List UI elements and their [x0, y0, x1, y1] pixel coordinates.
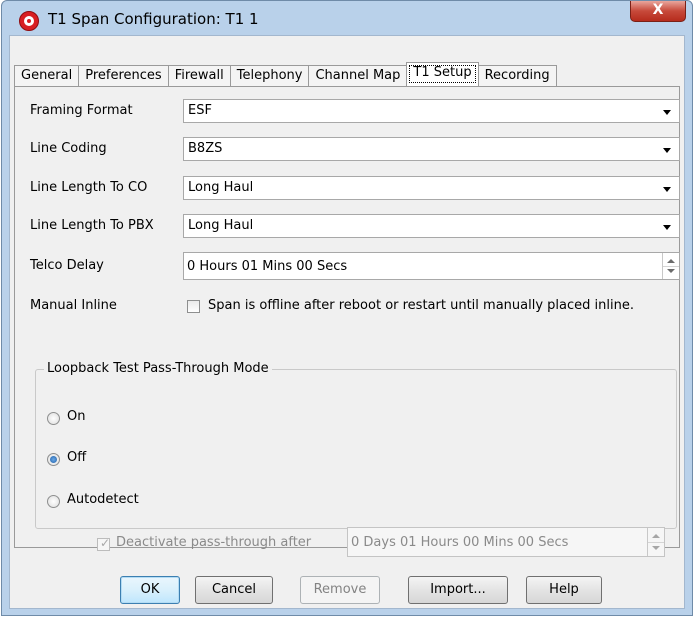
framing-format-select[interactable]: ESF	[183, 99, 680, 123]
tab-recording[interactable]: Recording	[477, 65, 557, 86]
tab-preferences[interactable]: Preferences	[78, 65, 169, 86]
line-length-pbx-value: Long Haul	[188, 218, 254, 233]
telco-delay-value: 0 Hours 01 Mins 00 Secs	[187, 259, 348, 274]
loopback-group-title: Loopback Test Pass-Through Mode	[44, 361, 272, 376]
spin-divider	[648, 542, 664, 543]
import-button[interactable]: Import...	[408, 576, 508, 604]
telco-delay-spin-buttons[interactable]	[662, 253, 679, 279]
tab-channel-map[interactable]: Channel Map	[308, 65, 408, 86]
spin-up-icon[interactable]	[652, 534, 660, 538]
radio-on[interactable]	[47, 412, 60, 425]
t1-setup-panel: Framing Format ESF Line Coding B8ZS Line…	[14, 86, 680, 557]
dialog-window: T1 Span Configuration: T1 1 X General Pr…	[1, 0, 693, 616]
cancel-button[interactable]: Cancel	[195, 576, 273, 604]
ok-button[interactable]: OK	[120, 576, 180, 604]
spin-down-icon[interactable]	[652, 546, 660, 550]
line-coding-select[interactable]: B8ZS	[183, 137, 680, 161]
remove-button[interactable]: Remove	[300, 576, 380, 604]
radio-off-label[interactable]: Off	[67, 450, 86, 465]
tab-firewall[interactable]: Firewall	[167, 65, 231, 86]
telco-delay-label: Telco Delay	[30, 258, 104, 273]
chevron-down-icon	[663, 110, 671, 115]
radio-on-label[interactable]: On	[67, 409, 85, 424]
line-length-pbx-label: Line Length To PBX	[30, 218, 154, 233]
radio-autodetect[interactable]	[47, 495, 60, 508]
radio-off[interactable]	[47, 453, 60, 466]
chevron-down-icon	[663, 148, 671, 153]
manual-inline-checkbox[interactable]	[187, 300, 200, 313]
window-title: T1 Span Configuration: T1 1	[48, 10, 259, 28]
tab-strip: General Preferences Firewall Telephony C…	[14, 62, 557, 87]
line-length-pbx-select[interactable]: Long Haul	[183, 214, 680, 238]
checkmark-icon: ✓	[100, 536, 111, 550]
app-logo-icon	[19, 11, 39, 31]
deactivate-spin-buttons[interactable]	[647, 528, 664, 556]
tab-t1-setup[interactable]: T1 Setup	[406, 62, 479, 86]
line-coding-label: Line Coding	[30, 141, 107, 156]
help-button[interactable]: Help	[526, 576, 602, 604]
close-button[interactable]: X	[630, 1, 686, 22]
line-length-co-value: Long Haul	[188, 180, 254, 195]
radio-autodetect-label[interactable]: Autodetect	[67, 492, 139, 507]
spin-divider	[663, 266, 679, 267]
framing-format-label: Framing Format	[30, 103, 133, 118]
dialog-client-area: General Preferences Firewall Telephony C…	[9, 35, 685, 609]
title-bar[interactable]: T1 Span Configuration: T1 1 X	[2, 1, 692, 35]
line-length-co-select[interactable]: Long Haul	[183, 176, 680, 200]
manual-inline-checkbox-label[interactable]: Span is offline after reboot or restart …	[208, 298, 634, 313]
deactivate-label: Deactivate pass-through after	[116, 535, 312, 550]
deactivate-checkbox[interactable]: ✓	[97, 536, 111, 551]
chevron-down-icon	[663, 225, 671, 230]
framing-format-value: ESF	[188, 103, 212, 118]
telco-delay-spinner[interactable]: 0 Hours 01 Mins 00 Secs	[183, 252, 680, 280]
chevron-down-icon	[663, 187, 671, 192]
spin-down-icon[interactable]	[667, 269, 675, 273]
manual-inline-label: Manual Inline	[30, 298, 117, 313]
deactivate-duration-value: 0 Days 01 Hours 00 Mins 00 Secs	[351, 535, 569, 550]
line-coding-value: B8ZS	[188, 141, 223, 156]
tab-telephony[interactable]: Telephony	[229, 65, 310, 86]
spin-up-icon[interactable]	[667, 259, 675, 263]
tab-general[interactable]: General	[14, 65, 80, 86]
deactivate-duration-spinner[interactable]: 0 Days 01 Hours 00 Mins 00 Secs	[347, 527, 665, 557]
line-length-co-label: Line Length To CO	[30, 180, 148, 195]
